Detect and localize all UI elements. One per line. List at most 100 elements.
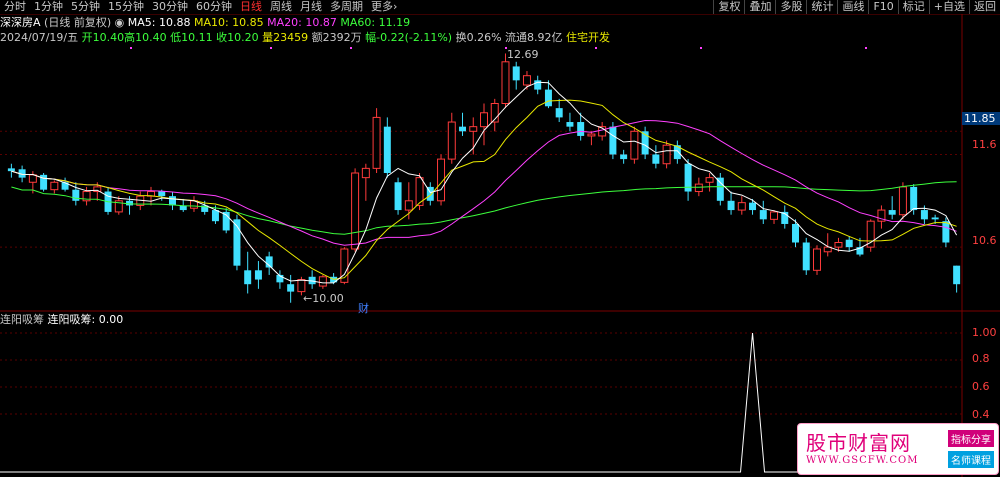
- high-annotation: 12.69: [507, 48, 539, 61]
- candle-body: [50, 181, 59, 191]
- period-tabs: 分时 1分钟 5分钟 15分钟 30分钟 60分钟 日线 周线 月线 多周期 更多›: [0, 0, 401, 14]
- quote-open: 开10.40: [81, 31, 125, 44]
- candle-body: [459, 126, 467, 132]
- main-header: 深深房A (日线 前复权) ◉ MA5: 10.88 MA10: 10.85 M…: [0, 16, 410, 29]
- tool-button[interactable]: 叠加: [744, 0, 775, 14]
- candle-body: [158, 191, 166, 197]
- signal-dot: [350, 47, 352, 49]
- candle-body: [749, 202, 757, 211]
- candle-body: [577, 122, 585, 136]
- tool-button[interactable]: 多股: [775, 0, 806, 14]
- quote-volume: 量23459: [262, 31, 309, 44]
- candle-body: [93, 186, 102, 193]
- candle-body: [910, 186, 918, 211]
- candle-body: [888, 210, 896, 215]
- quote-sector[interactable]: 住宅开发: [566, 31, 610, 44]
- period-tab[interactable]: 60分钟: [192, 0, 236, 14]
- candle-body: [7, 168, 15, 172]
- candle-body: [383, 126, 391, 173]
- ma-settings-icon[interactable]: ◉: [115, 16, 125, 29]
- candle-body: [727, 200, 735, 211]
- sub-axis-label: 0.4: [972, 408, 990, 421]
- watermark-title: 股市财富网: [806, 431, 911, 455]
- candle-body: [28, 174, 37, 183]
- period-tab[interactable]: 日线: [236, 0, 266, 14]
- ma10-label: MA10: 10.85: [193, 16, 264, 29]
- candle-body: [254, 270, 262, 280]
- tool-button[interactable]: +自选: [928, 0, 969, 14]
- candle-body: [931, 217, 939, 220]
- period-tab[interactable]: 分时: [0, 0, 30, 14]
- candle-body: [609, 126, 617, 155]
- candle-body: [404, 200, 413, 211]
- quote-float-cap: 流通8.92亿: [505, 31, 563, 44]
- signal-dot: [595, 47, 597, 49]
- candle-body: [898, 186, 907, 216]
- last-price-marker: 11.85: [962, 112, 1000, 125]
- period-tab[interactable]: 30分钟: [148, 0, 192, 14]
- tool-button[interactable]: 标记: [897, 0, 929, 14]
- candle-body: [812, 248, 821, 271]
- sub-axis-label: 1.00: [972, 326, 997, 339]
- candle-body: [211, 210, 219, 222]
- ma5-label: MA5: 10.88: [127, 16, 191, 29]
- tool-button[interactable]: 统计: [806, 0, 837, 14]
- candle-body: [630, 130, 639, 160]
- watermark-tag-indicator: 指标分享: [948, 430, 994, 447]
- low-annotation: ←10.00: [303, 292, 344, 305]
- signal-dot: [130, 47, 132, 49]
- watermark-tag-course: 名师课程: [948, 451, 994, 468]
- sub-axis-label: 0.8: [972, 352, 990, 365]
- candle-body: [737, 202, 746, 211]
- candle-body: [447, 121, 456, 160]
- quote-low: 低10.11: [170, 31, 213, 44]
- candle-body: [705, 177, 714, 183]
- candle-body: [620, 154, 628, 160]
- candle-body: [287, 284, 295, 292]
- candle-body: [834, 242, 843, 248]
- tool-buttons: 复权 叠加 多股 统计 画线 F10 标记 +自选 返回: [713, 0, 1000, 14]
- quote-turnover: 换0.26%: [455, 31, 502, 44]
- sub-indicator-name[interactable]: 连阳吸筹: [0, 313, 44, 326]
- chart-mode: (日线 前复权): [44, 16, 112, 29]
- period-tab[interactable]: 更多›: [367, 0, 401, 14]
- candle-body: [942, 221, 950, 243]
- period-tab[interactable]: 1分钟: [30, 0, 67, 14]
- candle-body: [244, 270, 252, 285]
- tool-button[interactable]: 返回: [969, 0, 1000, 14]
- period-tab[interactable]: 月线: [296, 0, 326, 14]
- candle-body: [770, 211, 779, 220]
- tool-button[interactable]: 画线: [837, 0, 868, 14]
- price-axis-label: 10.6: [972, 234, 997, 247]
- tool-button[interactable]: F10: [868, 0, 897, 14]
- ma60-line: [11, 181, 957, 235]
- candle-body: [694, 183, 703, 193]
- candle-body: [318, 276, 327, 287]
- stock-name[interactable]: 深深房A: [0, 16, 41, 29]
- ma20-label: MA20: 10.87: [267, 16, 337, 29]
- chart-canvas[interactable]: [0, 14, 1000, 477]
- period-tab[interactable]: 多周期: [326, 0, 367, 14]
- period-tab[interactable]: 15分钟: [104, 0, 148, 14]
- candle-body: [716, 177, 724, 201]
- period-tab[interactable]: 5分钟: [67, 0, 104, 14]
- candle-body: [845, 239, 853, 248]
- watermark-logo: 股市财富网 WWW.GSCFW.COM 指标分享 名师课程: [797, 423, 999, 475]
- candle-body: [297, 279, 306, 293]
- candle-body: [351, 172, 360, 250]
- tool-button[interactable]: 复权: [713, 0, 744, 14]
- signal-dot: [865, 47, 867, 49]
- candle-body: [802, 242, 810, 271]
- quote-date: 2024/07/19/五: [0, 31, 79, 44]
- candle-body: [469, 126, 478, 132]
- candle-body: [662, 144, 671, 165]
- ma60-label: MA60: 11.19: [340, 16, 411, 29]
- candle-body: [555, 108, 563, 118]
- candle-body: [566, 122, 574, 127]
- watermark-url: WWW.GSCFW.COM: [806, 455, 919, 466]
- sub-axis-label: 0.6: [972, 380, 990, 393]
- finance-marker[interactable]: 财: [358, 300, 369, 316]
- signal-dot: [700, 47, 702, 49]
- sub-indicator-header: 连阳吸筹 连阳吸筹: 0.00: [0, 313, 123, 326]
- period-tab[interactable]: 周线: [266, 0, 296, 14]
